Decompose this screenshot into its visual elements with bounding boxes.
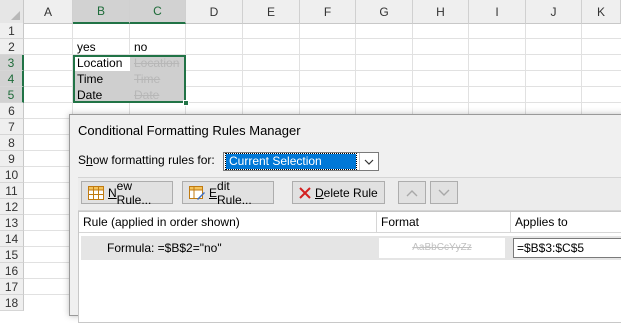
- row-header-1[interactable]: 1: [0, 23, 24, 39]
- row-header-11[interactable]: 11: [0, 183, 24, 199]
- row-header-8[interactable]: 8: [0, 135, 24, 151]
- row-header-7[interactable]: 7: [0, 119, 24, 135]
- show-rules-label-rest: ow formatting rules for:: [92, 153, 215, 167]
- column-header-g[interactable]: G: [356, 0, 413, 24]
- new-rule-label: ew Rule...: [116, 178, 152, 207]
- row-header-16[interactable]: 16: [0, 263, 24, 279]
- delete-rule-mnemonic: D: [315, 185, 324, 200]
- new-rule-icon: [88, 185, 104, 200]
- selection-border: [73, 55, 186, 103]
- row-header-4[interactable]: 4: [0, 71, 24, 87]
- show-rules-label-mnemonic: h: [86, 153, 93, 167]
- edit-rule-button[interactable]: Edit Rule...: [182, 178, 274, 207]
- column-header-h[interactable]: H: [413, 0, 469, 24]
- row-header-14[interactable]: 14: [0, 231, 24, 247]
- select-all-corner[interactable]: [0, 0, 24, 24]
- column-header-k[interactable]: K: [582, 0, 621, 24]
- edit-rule-icon: [189, 185, 205, 200]
- column-header-c[interactable]: C: [130, 0, 186, 24]
- chevron-down-icon: [438, 186, 450, 200]
- rules-toolbar: New Rule... Edit Rule... Delete Rule: [78, 177, 621, 211]
- rules-table: Rule (applied in order shown) Format App…: [78, 211, 621, 323]
- cell-b2[interactable]: yes: [77, 39, 96, 55]
- gridline: [24, 38, 621, 39]
- column-header-a[interactable]: A: [24, 0, 73, 24]
- applies-to-field[interactable]: =$B$3:$C$5: [513, 238, 621, 258]
- show-rules-value: Current Selection: [225, 153, 357, 170]
- column-header-f[interactable]: F: [300, 0, 356, 24]
- column-header-b[interactable]: B: [73, 0, 130, 24]
- delete-rule-button[interactable]: Delete Rule: [292, 181, 385, 204]
- fill-handle[interactable]: [183, 100, 189, 106]
- column-header-format[interactable]: Format: [377, 212, 511, 233]
- row-header-3[interactable]: 3: [0, 55, 24, 71]
- show-rules-dropdown[interactable]: Current Selection: [223, 152, 379, 171]
- column-header-i[interactable]: I: [469, 0, 526, 24]
- edit-rule-mnemonic: E: [209, 185, 218, 200]
- format-preview: AaBbCcYyZz: [379, 238, 505, 258]
- row-header-9[interactable]: 9: [0, 151, 24, 167]
- column-header-rule[interactable]: Rule (applied in order shown): [79, 212, 377, 233]
- rule-row[interactable]: Formula: =$B$2="no" AaBbCcYyZz =$B$3:$C$…: [81, 236, 621, 260]
- row-header-13[interactable]: 13: [0, 215, 24, 231]
- show-rules-label: Show formatting rules for:: [78, 153, 215, 167]
- column-header-d[interactable]: D: [186, 0, 243, 24]
- row-header-12[interactable]: 12: [0, 199, 24, 215]
- column-header-e[interactable]: E: [243, 0, 300, 24]
- row-header-5[interactable]: 5: [0, 87, 24, 103]
- row-header-17[interactable]: 17: [0, 279, 24, 295]
- show-rules-label-prefix: S: [78, 153, 87, 167]
- row-header-2[interactable]: 2: [0, 39, 24, 55]
- move-down-button[interactable]: [430, 181, 458, 204]
- chevron-down-icon[interactable]: [359, 153, 378, 170]
- chevron-up-icon: [406, 186, 418, 200]
- conditional-formatting-dialog: Conditional Formatting Rules Manager Sho…: [69, 114, 621, 323]
- delete-x-icon: [299, 186, 311, 199]
- new-rule-mnemonic: N: [108, 185, 117, 200]
- column-header-applies-to[interactable]: Applies to: [511, 212, 621, 233]
- dialog-title: Conditional Formatting Rules Manager: [78, 123, 301, 138]
- move-up-button[interactable]: [398, 181, 426, 204]
- row-header-6[interactable]: 6: [0, 103, 24, 119]
- edit-rule-label: dit Rule...: [217, 178, 252, 207]
- column-header-j[interactable]: J: [526, 0, 582, 24]
- cell-c2[interactable]: no: [134, 39, 147, 55]
- row-header-10[interactable]: 10: [0, 167, 24, 183]
- new-rule-button[interactable]: New Rule...: [81, 178, 173, 207]
- row-header-18[interactable]: 18: [0, 295, 24, 311]
- rule-formula: Formula: =$B$2="no": [107, 241, 222, 255]
- row-header-15[interactable]: 15: [0, 247, 24, 263]
- delete-rule-label: elete Rule: [323, 185, 378, 200]
